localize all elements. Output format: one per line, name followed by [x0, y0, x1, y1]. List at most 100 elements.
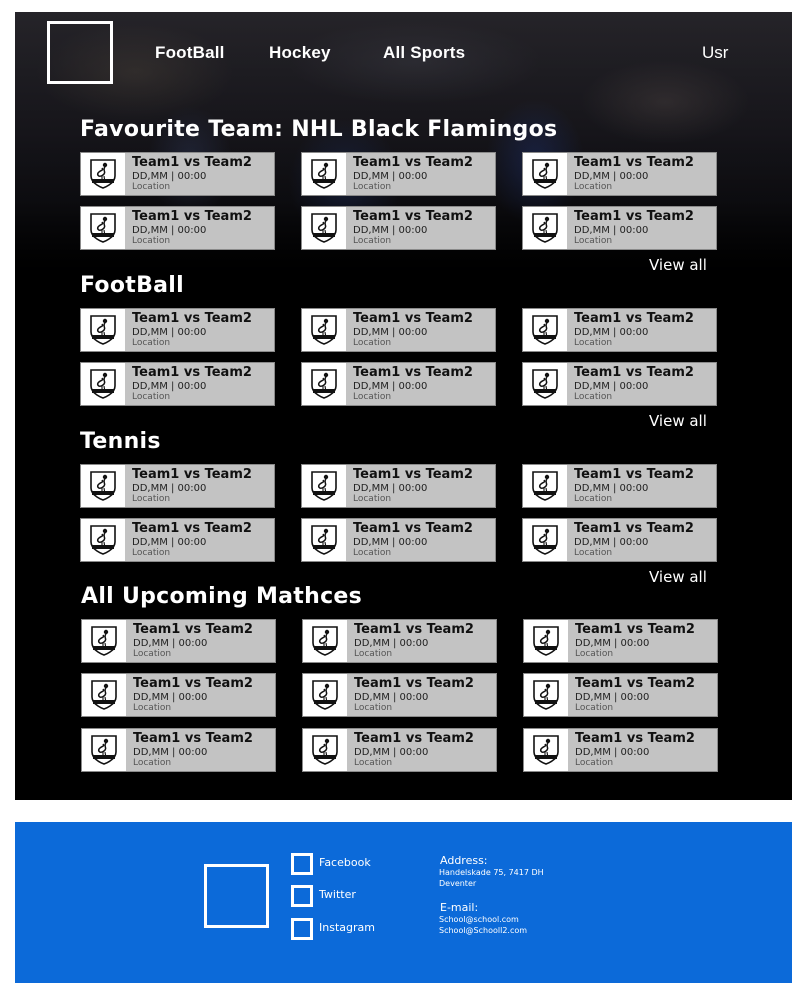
match-location: Location	[132, 392, 171, 402]
match-title: Team1 vs Team2	[132, 311, 252, 326]
match-datetime: DD,MM | 00:00	[574, 171, 649, 182]
nav-all-sports[interactable]: All Sports	[383, 43, 465, 63]
instagram-label: Instagram	[319, 921, 375, 934]
match-title: Team1 vs Team2	[574, 311, 694, 326]
match-card[interactable]: Team1 vs Team2 DD,MM | 00:00 Location	[80, 518, 275, 562]
match-card[interactable]: Team1 vs Team2 DD,MM | 00:00 Location	[80, 206, 275, 250]
match-card[interactable]: Team1 vs Team2 DD,MM | 00:00 Location	[522, 206, 717, 250]
match-card[interactable]: Team1 vs Team2 DD,MM | 00:00 Location	[522, 308, 717, 352]
flamingo-crest-icon	[523, 363, 567, 405]
match-location: Location	[574, 494, 613, 504]
match-datetime: DD,MM | 00:00	[132, 171, 207, 182]
match-title: Team1 vs Team2	[353, 521, 473, 536]
flamingo-crest-icon	[81, 363, 125, 405]
match-datetime: DD,MM | 00:00	[132, 225, 207, 236]
match-location: Location	[353, 182, 392, 192]
flamingo-crest-icon	[302, 207, 346, 249]
flamingo-crest-icon	[302, 363, 346, 405]
match-card[interactable]: Team1 vs Team2 DD,MM | 00:00 Location	[523, 673, 718, 717]
flamingo-crest-icon	[523, 465, 567, 507]
flamingo-crest-icon	[524, 620, 568, 662]
flamingo-crest-icon	[303, 729, 347, 771]
footer-logo-placeholder	[204, 864, 269, 928]
section-title-tennis: Tennis	[80, 429, 161, 454]
match-card[interactable]: Team1 vs Team2 DD,MM | 00:00 Location	[81, 619, 276, 663]
match-card[interactable]: Team1 vs Team2 DD,MM | 00:00 Location	[80, 152, 275, 196]
match-location: Location	[133, 758, 172, 768]
match-card[interactable]: Team1 vs Team2 DD,MM | 00:00 Location	[80, 464, 275, 508]
facebook-icon	[291, 853, 313, 875]
match-datetime: DD,MM | 00:00	[353, 327, 428, 338]
match-datetime: DD,MM | 00:00	[353, 537, 428, 548]
match-datetime: DD,MM | 00:00	[574, 327, 649, 338]
match-title: Team1 vs Team2	[575, 731, 695, 746]
flamingo-crest-icon	[523, 519, 567, 561]
address-label: Address:	[440, 854, 488, 867]
flamingo-crest-icon	[302, 309, 346, 351]
match-card[interactable]: Team1 vs Team2 DD,MM | 00:00 Location	[302, 619, 497, 663]
match-datetime: DD,MM | 00:00	[132, 483, 207, 494]
facebook-label: Facebook	[319, 856, 371, 869]
flamingo-crest-icon	[81, 309, 125, 351]
site-logo-placeholder[interactable]	[47, 21, 113, 84]
flamingo-crest-icon	[81, 465, 125, 507]
match-card[interactable]: Team1 vs Team2 DD,MM | 00:00 Location	[301, 308, 496, 352]
match-card[interactable]: Team1 vs Team2 DD,MM | 00:00 Location	[522, 362, 717, 406]
match-card[interactable]: Team1 vs Team2 DD,MM | 00:00 Location	[522, 464, 717, 508]
match-datetime: DD,MM | 00:00	[354, 638, 429, 649]
match-datetime: DD,MM | 00:00	[132, 381, 207, 392]
match-location: Location	[132, 494, 171, 504]
nav-football[interactable]: FootBall	[155, 43, 225, 63]
match-card[interactable]: Team1 vs Team2 DD,MM | 00:00 Location	[522, 518, 717, 562]
match-title: Team1 vs Team2	[132, 365, 252, 380]
nav-hockey[interactable]: Hockey	[269, 43, 331, 63]
main-page: FootBall Hockey All Sports Usr Favourite…	[15, 12, 792, 800]
address-line-1: Handelskade 75, 7417 DH	[439, 868, 544, 877]
match-datetime: DD,MM | 00:00	[133, 692, 208, 703]
match-title: Team1 vs Team2	[574, 521, 694, 536]
match-card[interactable]: Team1 vs Team2 DD,MM | 00:00 Location	[523, 728, 718, 772]
address-line-2: Deventer	[439, 879, 477, 888]
match-card[interactable]: Team1 vs Team2 DD,MM | 00:00 Location	[301, 206, 496, 250]
match-title: Team1 vs Team2	[354, 731, 474, 746]
view-all-tennis[interactable]: View all	[649, 568, 707, 586]
match-location: Location	[353, 494, 392, 504]
match-location: Location	[574, 236, 613, 246]
match-card[interactable]: Team1 vs Team2 DD,MM | 00:00 Location	[301, 362, 496, 406]
match-card[interactable]: Team1 vs Team2 DD,MM | 00:00 Location	[81, 728, 276, 772]
match-card[interactable]: Team1 vs Team2 DD,MM | 00:00 Location	[522, 152, 717, 196]
match-datetime: DD,MM | 00:00	[353, 381, 428, 392]
flamingo-crest-icon	[523, 309, 567, 351]
flamingo-crest-icon	[82, 729, 126, 771]
match-location: Location	[574, 338, 613, 348]
flamingo-crest-icon	[523, 207, 567, 249]
match-location: Location	[132, 548, 171, 558]
user-menu[interactable]: Usr	[702, 43, 728, 63]
match-card[interactable]: Team1 vs Team2 DD,MM | 00:00 Location	[301, 518, 496, 562]
email-line-2[interactable]: School@Schooll2.com	[439, 926, 527, 935]
match-location: Location	[353, 236, 392, 246]
match-location: Location	[353, 338, 392, 348]
match-card[interactable]: Team1 vs Team2 DD,MM | 00:00 Location	[301, 464, 496, 508]
match-datetime: DD,MM | 00:00	[132, 537, 207, 548]
view-all-football[interactable]: View all	[649, 412, 707, 430]
match-card[interactable]: Team1 vs Team2 DD,MM | 00:00 Location	[302, 673, 497, 717]
flamingo-crest-icon	[524, 674, 568, 716]
match-datetime: DD,MM | 00:00	[574, 225, 649, 236]
match-card[interactable]: Team1 vs Team2 DD,MM | 00:00 Location	[80, 308, 275, 352]
match-card[interactable]: Team1 vs Team2 DD,MM | 00:00 Location	[80, 362, 275, 406]
match-card[interactable]: Team1 vs Team2 DD,MM | 00:00 Location	[301, 152, 496, 196]
view-all-favourite-team[interactable]: View all	[649, 256, 707, 274]
email-line-1[interactable]: School@school.com	[439, 915, 519, 924]
match-title: Team1 vs Team2	[353, 311, 473, 326]
match-title: Team1 vs Team2	[354, 622, 474, 637]
match-card[interactable]: Team1 vs Team2 DD,MM | 00:00 Location	[81, 673, 276, 717]
section-title-favourite-team: Favourite Team: NHL Black Flamingos	[80, 117, 558, 142]
match-datetime: DD,MM | 00:00	[354, 692, 429, 703]
flamingo-crest-icon	[81, 207, 125, 249]
match-title: Team1 vs Team2	[354, 676, 474, 691]
match-card[interactable]: Team1 vs Team2 DD,MM | 00:00 Location	[302, 728, 497, 772]
match-location: Location	[354, 703, 393, 713]
match-title: Team1 vs Team2	[133, 676, 253, 691]
match-card[interactable]: Team1 vs Team2 DD,MM | 00:00 Location	[523, 619, 718, 663]
